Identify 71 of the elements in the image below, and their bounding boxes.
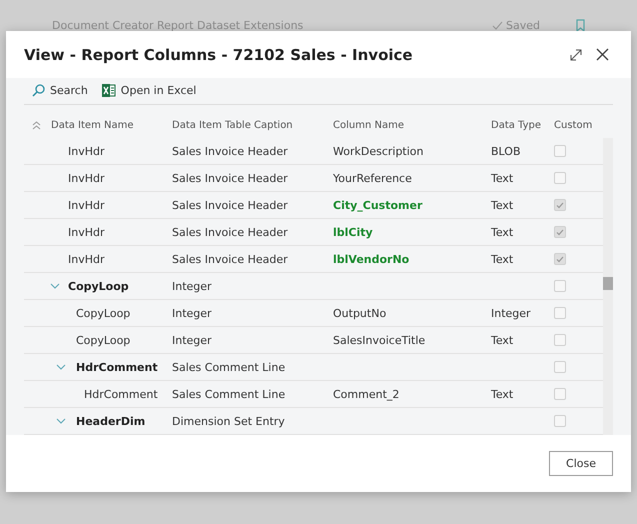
open-in-excel-button[interactable]: Open in Excel xyxy=(102,84,196,98)
data-item-name: HdrComment xyxy=(76,360,158,374)
custom-checkbox[interactable] xyxy=(554,388,566,400)
custom-checkbox[interactable] xyxy=(554,415,566,427)
data-type: Integer xyxy=(491,306,531,320)
data-item-name: HdrComment xyxy=(84,388,158,400)
custom-checkbox[interactable] xyxy=(554,307,566,319)
data-type: BLOB xyxy=(491,144,520,158)
data-item-name: CopyLoop xyxy=(76,306,130,320)
data-item-name: InvHdr xyxy=(68,198,105,212)
page-title: Document Creator Report Dataset Extensions xyxy=(52,19,304,32)
column-name: lblCity xyxy=(333,226,373,238)
column-name: OutputNo xyxy=(333,306,386,320)
expand-icon[interactable] xyxy=(570,48,582,60)
table-caption: Sales Comment Line xyxy=(172,360,286,374)
data-type: Text xyxy=(491,252,514,266)
chevron-down-icon[interactable] xyxy=(56,364,66,370)
search-icon xyxy=(32,84,45,98)
table-caption: Sales Invoice Header xyxy=(172,144,289,158)
data-item-name: CopyLoop xyxy=(76,334,130,346)
data-item-name: InvHdr xyxy=(68,172,105,184)
table-caption: Sales Comment Line xyxy=(172,388,286,400)
data-item-name: InvHdr xyxy=(68,226,105,238)
table-caption: Sales Invoice Header xyxy=(172,226,289,238)
column-name: SalesInvoiceTitle xyxy=(333,334,426,346)
bookmark-icon[interactable] xyxy=(576,19,585,32)
data-type: Text xyxy=(491,334,514,346)
column-name: WorkDescription xyxy=(333,144,424,158)
column-name: lblVendorNo xyxy=(333,252,410,266)
table-caption: Sales Invoice Header xyxy=(172,172,289,184)
column-name: City_Customer xyxy=(333,198,422,212)
table-caption: Integer xyxy=(172,280,213,292)
table-caption: Dimension Set Entry xyxy=(172,414,286,428)
data-type: Text xyxy=(491,226,514,238)
custom-checkbox[interactable] xyxy=(554,199,566,211)
column-header[interactable]: Data Item Table Caption xyxy=(172,120,333,131)
custom-checkbox[interactable] xyxy=(554,253,566,265)
custom-checkbox[interactable] xyxy=(554,361,566,373)
column-header[interactable]: Custom xyxy=(554,120,594,131)
data-item-name: InvHdr xyxy=(68,252,105,266)
collapse-all-icon[interactable] xyxy=(32,120,41,130)
saved-status: Saved xyxy=(506,19,540,32)
data-type: Text xyxy=(491,172,514,184)
custom-checkbox[interactable] xyxy=(554,334,566,346)
table-caption: Integer xyxy=(172,306,213,320)
close-icon[interactable] xyxy=(596,48,609,61)
chevron-down-icon[interactable] xyxy=(56,418,66,424)
scrollbar[interactable] xyxy=(603,138,613,435)
excel-icon xyxy=(102,84,116,98)
close-button[interactable]: Close xyxy=(549,451,613,476)
column-header[interactable]: Data Item Name xyxy=(51,120,134,131)
search-button[interactable]: Search xyxy=(24,84,88,98)
table-caption: Sales Invoice Header xyxy=(172,252,289,266)
column-header[interactable]: Data Type xyxy=(491,120,554,131)
data-type: Text xyxy=(491,198,514,212)
custom-checkbox[interactable] xyxy=(554,172,566,184)
chevron-down-icon[interactable] xyxy=(50,283,60,289)
table-caption: Integer xyxy=(172,334,213,346)
table-caption: Sales Invoice Header xyxy=(172,198,289,212)
custom-checkbox[interactable] xyxy=(554,226,566,238)
data-item-name: HeaderDim xyxy=(76,414,146,428)
data-item-name: CopyLoop xyxy=(68,280,129,292)
dialog-title: View - Report Columns - 72102 Sales - Invoice xyxy=(24,46,414,64)
column-name: Comment_2 xyxy=(333,388,400,400)
data-item-name: InvHdr xyxy=(68,144,105,158)
data-type: Text xyxy=(491,388,514,400)
column-header[interactable]: Column Name xyxy=(333,120,491,131)
custom-checkbox[interactable] xyxy=(554,280,566,292)
custom-checkbox[interactable] xyxy=(554,145,566,157)
checkmark-icon xyxy=(492,21,504,30)
column-name: YourReference xyxy=(333,172,412,184)
